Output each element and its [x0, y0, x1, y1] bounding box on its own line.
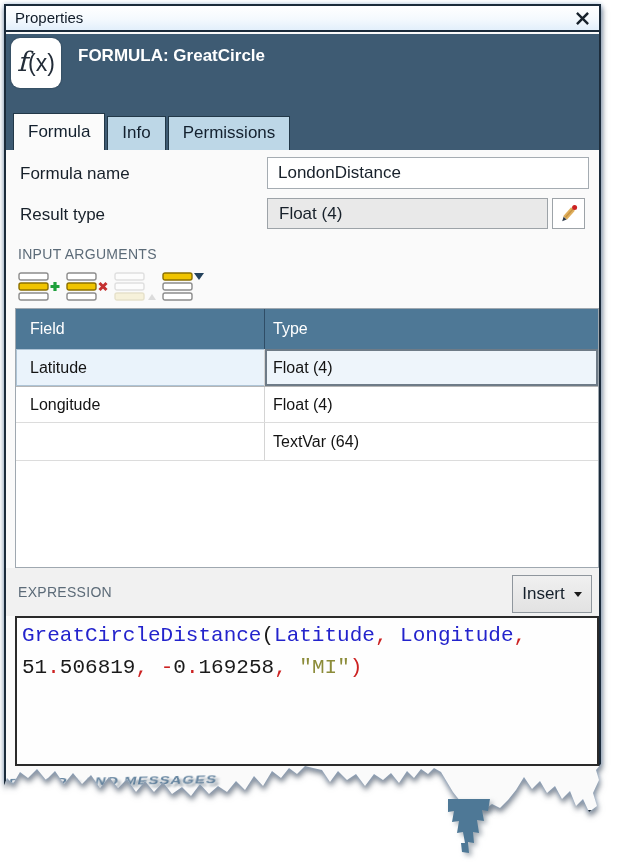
table-row[interactable]: Latitude Float (4)	[16, 349, 598, 387]
table-row[interactable]: Longitude Float (4)	[16, 387, 598, 423]
result-type-value: Float (4)	[267, 198, 548, 229]
delete-argument-icon[interactable]	[66, 272, 110, 302]
page: Properties f(x) FORMULA: GreatCircle For…	[0, 0, 617, 864]
formula-name-label: Formula name	[20, 164, 130, 184]
header-title: FORMULA: GreatCircle	[78, 46, 265, 66]
table-header-row: Field Type	[16, 309, 598, 349]
cell-field[interactable]: Latitude	[16, 349, 265, 386]
tab-info[interactable]: Info	[107, 116, 165, 150]
edit-result-type-button[interactable]	[552, 198, 585, 229]
pencil-icon	[559, 204, 579, 224]
tab-permissions[interactable]: Permissions	[168, 116, 291, 150]
formula-name-input[interactable]	[267, 157, 589, 189]
arguments-toolbar	[18, 272, 210, 304]
titlebar: Properties	[6, 6, 599, 32]
window-title: Properties	[15, 9, 83, 26]
torn-fragment	[444, 798, 496, 858]
cell-type[interactable]: TextVar (64)	[265, 423, 598, 460]
tab-bar: Formula Info Permissions	[13, 113, 292, 150]
header-band: f(x) FORMULA: GreatCircle Formula Info P…	[6, 34, 599, 150]
torn-edge-clip: Properties f(x) FORMULA: GreatCircle For…	[0, 0, 617, 864]
tab-formula[interactable]: Formula	[13, 113, 105, 150]
properties-window: Properties f(x) FORMULA: GreatCircle For…	[4, 4, 601, 812]
table-row[interactable]: TextVar (64)	[16, 423, 598, 461]
cell-type[interactable]: Float (4)	[265, 349, 598, 386]
column-header-field[interactable]: Field	[16, 309, 265, 349]
cell-field[interactable]: Longitude	[16, 387, 265, 422]
cell-type[interactable]: Float (4)	[265, 387, 598, 422]
arguments-table: Field Type Latitude Float (4) Longitude …	[15, 308, 599, 568]
window-shadow: Properties f(x) FORMULA: GreatCircle For…	[0, 0, 617, 864]
argument-menu-icon[interactable]	[162, 272, 206, 302]
result-type-label: Result type	[20, 205, 105, 225]
chevron-down-icon	[574, 592, 582, 597]
cell-field[interactable]	[16, 423, 265, 460]
add-argument-icon[interactable]	[18, 272, 62, 302]
column-header-type[interactable]: Type	[265, 309, 598, 349]
expression-label: EXPRESSION	[18, 584, 112, 600]
close-icon[interactable]	[575, 11, 590, 26]
input-arguments-label: INPUT ARGUMENTS	[18, 246, 157, 262]
expression-code[interactable]: GreatCircleDistance(Latitude, Longitude,…	[15, 616, 599, 766]
formula-icon: f(x)	[11, 38, 61, 88]
move-argument-icon[interactable]	[114, 272, 158, 302]
insert-button[interactable]: Insert	[512, 575, 592, 613]
